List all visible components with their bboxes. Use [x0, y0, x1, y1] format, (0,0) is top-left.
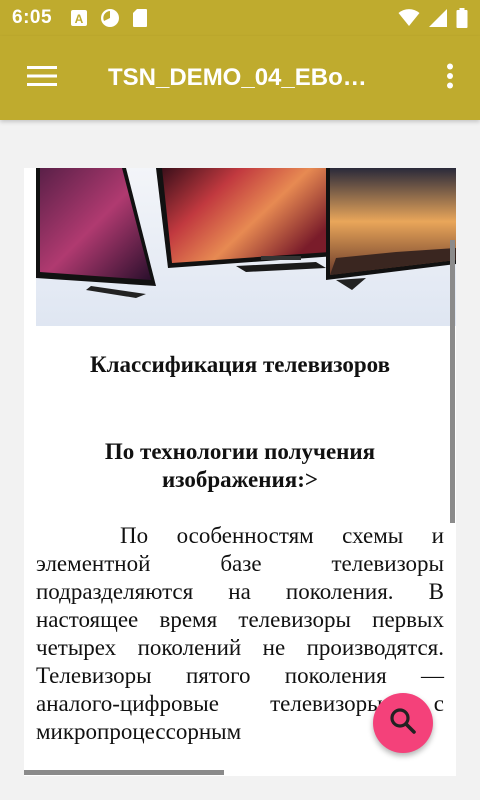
- keyboard-a-icon: A: [70, 9, 88, 27]
- vertical-scrollbar[interactable]: [450, 240, 455, 523]
- cell-signal-icon: [428, 8, 448, 28]
- battery-icon: [456, 8, 468, 28]
- status-icons-right: [398, 8, 468, 28]
- document-title: Классификация телевизоров: [89, 352, 391, 377]
- menu-button[interactable]: [0, 36, 84, 120]
- search-fab-button[interactable]: [373, 693, 433, 753]
- search-icon: [389, 707, 417, 740]
- reader-content[interactable]: Классификация телевизоров По технологии …: [24, 168, 456, 776]
- document-subtitle: По технологии получения изображения:>: [104, 439, 376, 492]
- more-vert-icon: [446, 63, 454, 94]
- tv-lineup-image: [36, 168, 456, 326]
- horizontal-scrollbar[interactable]: [24, 770, 224, 775]
- wifi-icon: [398, 9, 420, 27]
- svg-text:A: A: [75, 12, 84, 26]
- more-options-button[interactable]: [438, 61, 462, 95]
- status-icons-left: A: [70, 8, 148, 28]
- app-title: TSN_DEMO_04_EBo…: [108, 64, 367, 91]
- app-bar: TSN_DEMO_04_EBo…: [0, 36, 480, 120]
- sd-card-icon: [132, 8, 148, 28]
- status-bar: 6:05 A: [0, 0, 480, 36]
- hamburger-menu-icon: [27, 65, 57, 92]
- status-time: 6:05: [12, 7, 53, 28]
- pie-chart-icon: [100, 8, 120, 28]
